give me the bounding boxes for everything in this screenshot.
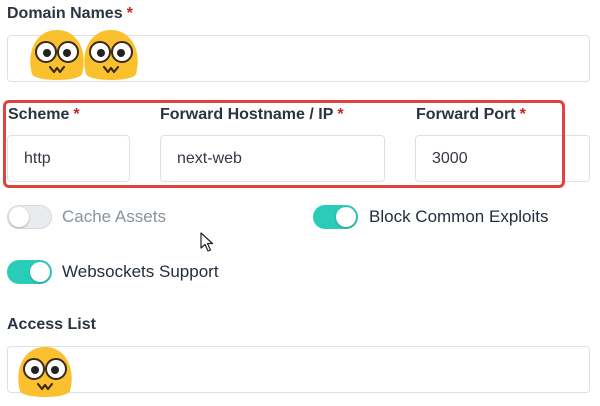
scheme-label: Scheme * <box>8 106 80 124</box>
toggle-knob <box>336 207 356 227</box>
required-marker: * <box>73 106 80 123</box>
block-common-exploits-label: Block Common Exploits <box>369 207 549 226</box>
forward-hostname-label-text: Forward Hostname / IP <box>160 106 334 123</box>
forward-hostname-value: next-web <box>177 149 242 167</box>
required-marker: * <box>337 106 344 123</box>
access-list-label-text: Access List <box>7 316 96 333</box>
required-marker: * <box>519 106 526 123</box>
domain-names-label: Domain Names * <box>7 5 133 23</box>
forward-hostname-input[interactable]: next-web <box>160 135 385 182</box>
forward-hostname-label: Forward Hostname / IP * <box>160 106 344 124</box>
cache-assets-label: Cache Assets <box>62 207 166 226</box>
cache-assets-toggle[interactable] <box>7 205 52 229</box>
emoji-face-icon <box>84 30 138 80</box>
access-list-select[interactable] <box>7 346 590 397</box>
domain-names-input[interactable] <box>7 30 590 82</box>
mouse-cursor-icon <box>200 232 214 252</box>
forward-port-label: Forward Port * <box>416 106 526 124</box>
scheme-label-text: Scheme <box>8 106 70 123</box>
block-common-exploits-toggle[interactable] <box>313 205 358 229</box>
forward-port-label-text: Forward Port <box>416 106 516 123</box>
scheme-value: http <box>24 149 51 167</box>
scheme-input[interactable]: http <box>7 135 130 182</box>
domain-names-label-text: Domain Names <box>7 5 123 22</box>
access-list-label: Access List <box>7 316 96 334</box>
forward-port-input[interactable]: 3000 <box>415 135 590 182</box>
toggle-knob <box>9 207 29 227</box>
forward-port-value: 3000 <box>432 149 468 167</box>
toggle-knob <box>30 262 50 282</box>
emoji-face-icon <box>18 347 72 397</box>
websockets-support-label: Websockets Support <box>62 262 219 281</box>
required-marker: * <box>126 5 133 22</box>
websockets-support-toggle[interactable] <box>7 260 52 284</box>
